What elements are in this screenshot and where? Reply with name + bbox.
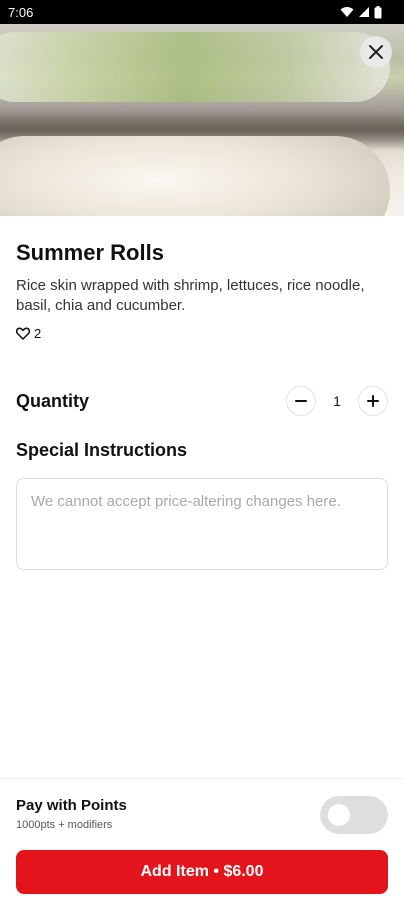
minus-icon [295,400,307,402]
status-icons [340,4,382,20]
quantity-stepper: 1 [286,386,388,416]
close-icon [369,45,383,59]
pay-with-points-label: Pay with Points [16,797,127,814]
pay-with-points-toggle[interactable] [320,796,388,834]
special-instructions-label: Special Instructions [16,440,188,460]
toggle-knob [328,804,350,826]
item-title: Summer Rolls [16,240,164,265]
wifi-icon [340,7,354,17]
quantity-value: 1 [333,393,341,409]
add-item-button[interactable]: Add Item • $6.00 [16,850,388,894]
status-bar: 7:06 [0,0,404,24]
photo-roll-top [0,32,390,102]
item-description: Rice skin wrapped with shrimp, lettuces,… [16,277,365,314]
heart-icon [16,327,30,340]
increase-quantity-button[interactable] [358,386,388,416]
signal-icon [359,7,369,17]
checkout-panel: Pay with Points 1000pts + modifiers Add … [0,778,404,901]
item-photo [0,24,404,216]
photo-roll-bottom [0,136,390,216]
special-instructions-input[interactable]: We cannot accept price-altering changes … [16,478,388,570]
status-time: 7:06 [8,5,34,20]
quantity-label: Quantity [16,391,90,411]
decrease-quantity-button[interactable] [286,386,316,416]
pay-with-points-sublabel: 1000pts + modifiers [16,819,113,831]
like-count[interactable]: 2 [16,326,41,341]
plus-icon [367,395,379,407]
like-count-value: 2 [34,326,42,341]
battery-icon [374,5,382,18]
close-button[interactable] [360,36,392,68]
